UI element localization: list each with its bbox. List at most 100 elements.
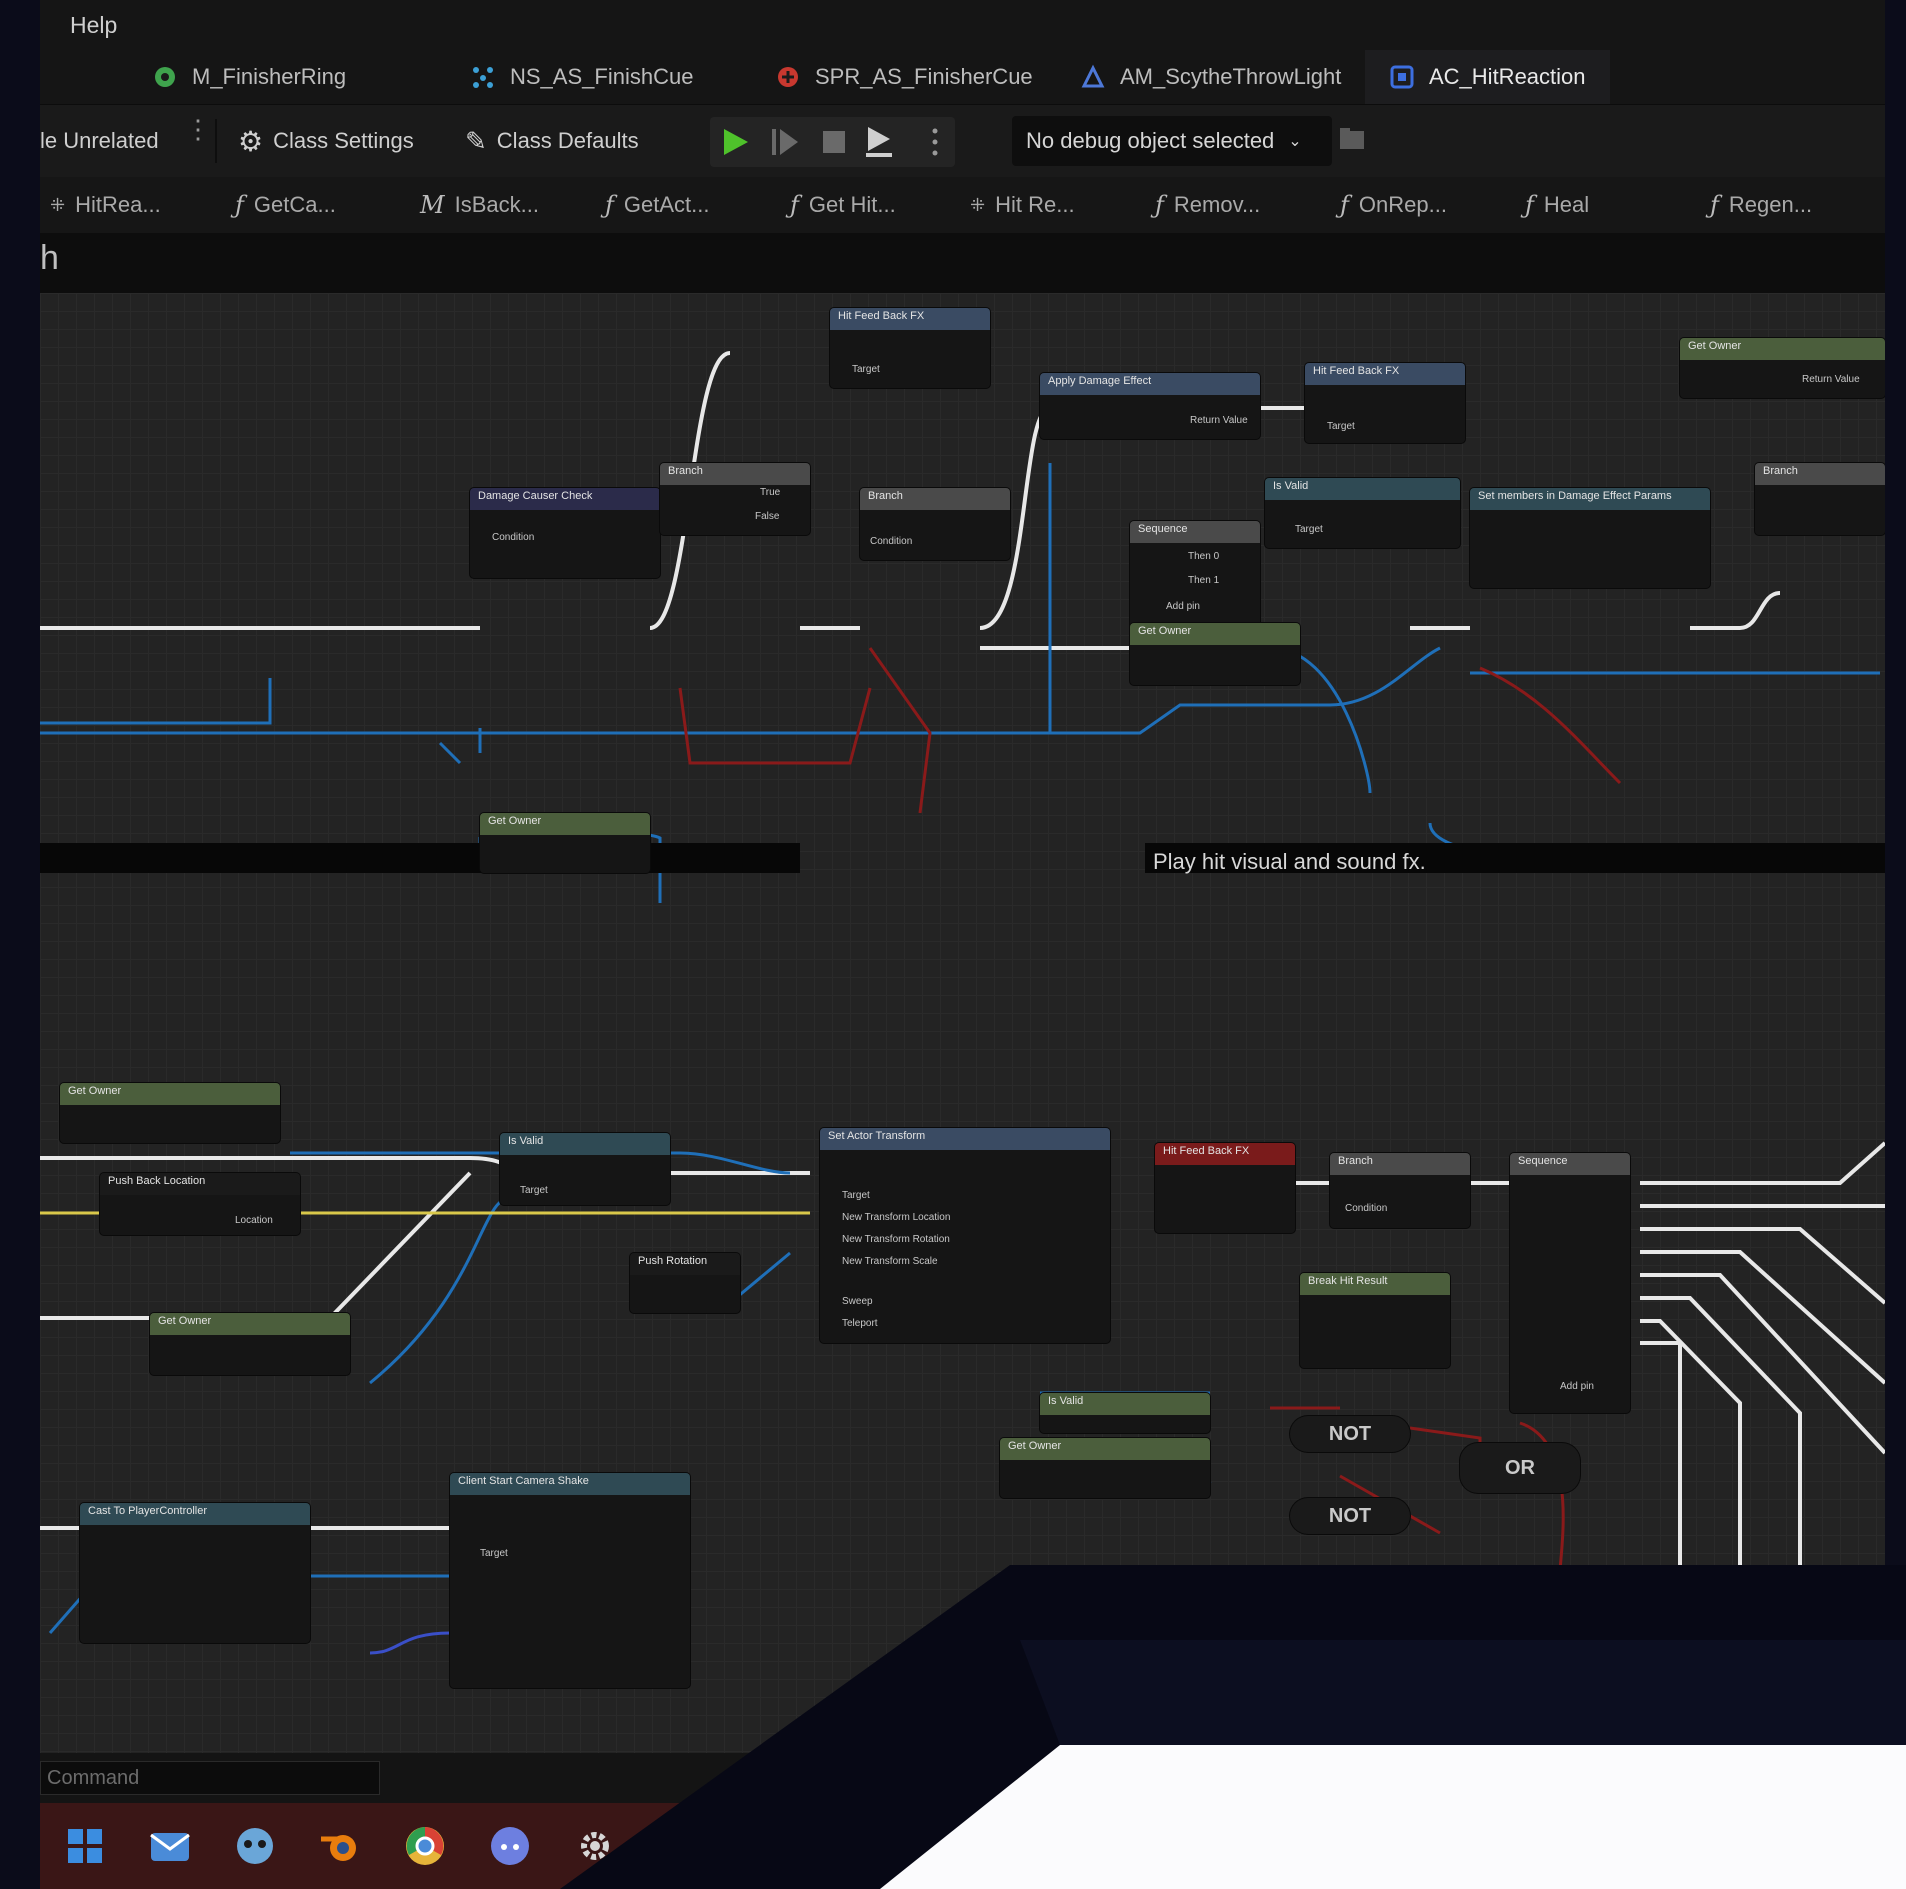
discord-icon[interactable]: [485, 1821, 535, 1871]
command-bar: Command: [40, 1753, 1885, 1803]
node-title: Client Start Camera Shake: [450, 1473, 690, 1495]
node-title: Hit Feed Back FX: [1305, 363, 1465, 385]
class-settings-label: Class Settings: [273, 128, 414, 153]
step-icon[interactable]: [772, 129, 798, 155]
graph-tab-onrep[interactable]: ƒ OnRep...: [1340, 177, 1447, 233]
start-menu-icon[interactable]: [60, 1821, 110, 1871]
graph-tab-label: OnRep...: [1358, 192, 1447, 217]
browse-debug-button[interactable]: [1338, 121, 1366, 161]
class-settings-button[interactable]: ⚙ Class Settings: [238, 121, 414, 161]
set-members-node[interactable]: Set members in Damage Effect Params: [1470, 488, 1710, 588]
blueprint-component-icon: [1389, 64, 1415, 90]
client-start-camera-shake-node[interactable]: Client Start Camera Shake Target: [450, 1473, 690, 1688]
tab-ns-as-finishcue[interactable]: NS_AS_FinishCue: [470, 50, 693, 104]
cast-to-playercontroller-node[interactable]: Cast To PlayerController: [80, 1503, 310, 1643]
hit-feedback-node[interactable]: Hit Feed Back FX Target: [830, 308, 990, 388]
niagara-system-icon: [470, 64, 496, 90]
is-valid-node[interactable]: Is Valid Target: [1265, 478, 1460, 548]
macro-icon: M: [420, 191, 445, 219]
robot-app-icon[interactable]: [230, 1821, 280, 1871]
comment-text: Play hit visual and sound fx.: [1153, 849, 1426, 874]
node-title: Is Valid: [1040, 1393, 1210, 1415]
eject-icon[interactable]: [866, 127, 892, 157]
get-owner-node[interactable]: Get Owner: [480, 813, 650, 873]
node-title: Apply Damage Effect: [1040, 373, 1260, 395]
tab-am-scythethrowlight[interactable]: AM_ScytheThrowLight: [1080, 50, 1341, 104]
folder-icon: [1338, 125, 1366, 157]
menu-help[interactable]: Help: [70, 12, 117, 39]
class-defaults-button[interactable]: ✎ Class Defaults: [465, 121, 639, 161]
graph-tab-label: Get Hit...: [808, 192, 896, 217]
pin-label: Sweep: [842, 1296, 873, 1307]
hide-unrelated-button[interactable]: le Unrelated: [40, 121, 159, 161]
event-graph-canvas[interactable]: Play hit visual and sound fx. Hit Feed B…: [40, 293, 1885, 1753]
graph-tab-gethit[interactable]: ƒ Get Hit...: [790, 177, 896, 233]
tab-ac-hitreaction[interactable]: AC_HitReaction: [1365, 50, 1610, 104]
sprite-icon: [775, 64, 801, 90]
tab-m-finisherring[interactable]: M_FinisherRing: [152, 50, 346, 104]
command-input[interactable]: Command: [40, 1761, 380, 1795]
node-title: Set members in Damage Effect Params: [1470, 488, 1710, 510]
play-options-icon[interactable]: [932, 128, 938, 156]
exec-wire: [1640, 1273, 1885, 1455]
graph-tab-getact[interactable]: ƒ GetAct...: [605, 177, 709, 233]
hit-feedback-node[interactable]: Hit Feed Back FX: [1155, 1143, 1295, 1233]
mail-icon[interactable]: [145, 1821, 195, 1871]
sequence-node[interactable]: Sequence Add pin: [1510, 1153, 1630, 1413]
branch-node[interactable]: Branch Condition: [1330, 1153, 1470, 1228]
break-hit-result-node[interactable]: Break Hit Result: [1300, 1273, 1450, 1368]
push-back-location-node[interactable]: Push Back Location Location: [100, 1173, 300, 1235]
comment-header[interactable]: Play hit visual and sound fx.: [1145, 843, 1885, 874]
node-title: Set Actor Transform: [820, 1128, 1110, 1150]
hide-unrelated-label: le Unrelated: [40, 128, 159, 153]
get-owner-node[interactable]: Get Owner: [1000, 1438, 1210, 1498]
chrome-icon[interactable]: [400, 1821, 450, 1871]
play-icon[interactable]: [724, 129, 748, 155]
set-actor-transform-node[interactable]: Set Actor Transform Target New Transform…: [820, 1128, 1110, 1343]
apply-damage-effect-node[interactable]: Apply Damage Effect Return Value: [1040, 373, 1260, 439]
object-wire: [369, 1196, 511, 1385]
graph-tab-hitrea[interactable]: ⁜ HitRea...: [50, 177, 161, 233]
get-owner-node[interactable]: Get Owner: [150, 1313, 350, 1375]
damage-causer-check-node[interactable]: Damage Causer Check Condition: [470, 488, 660, 578]
branch-node[interactable]: Branch True False: [660, 463, 810, 535]
pin-label: Then 1: [1188, 575, 1220, 586]
node-title: Push Rotation: [630, 1253, 740, 1275]
is-valid-node[interactable]: Is Valid Target: [500, 1133, 670, 1205]
branch-node[interactable]: Branch: [1755, 463, 1885, 535]
blender-icon[interactable]: [315, 1821, 365, 1871]
add-pin-button[interactable]: Add pin: [1166, 601, 1200, 612]
stop-icon[interactable]: [823, 131, 845, 153]
pin-label: Target: [520, 1185, 548, 1196]
branch-node[interactable]: Branch Condition: [860, 488, 1010, 560]
object-wire: [438, 741, 462, 765]
graph-tab-label: Regen...: [1728, 192, 1813, 217]
comment-header[interactable]: [40, 843, 800, 873]
graph-tab-regen[interactable]: ƒ Regen...: [1710, 177, 1812, 233]
pin-label: New Transform Scale: [842, 1256, 938, 1267]
more-options-icon[interactable]: ⋮: [185, 116, 211, 142]
hit-feedback-node[interactable]: Hit Feed Back FX Target: [1305, 363, 1465, 443]
graph-tab-heal[interactable]: ƒ Heal: [1525, 177, 1589, 233]
graph-tab-hitre[interactable]: ⁜ Hit Re...: [970, 177, 1075, 233]
push-rotation-node[interactable]: Push Rotation: [630, 1253, 740, 1313]
not-node[interactable]: NOT: [1290, 1416, 1410, 1452]
is-valid-node[interactable]: Is Valid: [1040, 1393, 1210, 1433]
or-node[interactable]: OR: [1460, 1443, 1580, 1493]
tab-spr-as-finishercue[interactable]: SPR_AS_FinisherCue: [775, 50, 1033, 104]
debug-object-select[interactable]: No debug object selected ⌄: [1012, 116, 1332, 166]
add-pin-button[interactable]: Add pin: [1560, 1381, 1594, 1392]
get-owner-node[interactable]: Get Owner Return Value: [1680, 338, 1885, 398]
graph-breadcrumb: h: [40, 233, 1885, 293]
not-node[interactable]: NOT: [1290, 1498, 1410, 1534]
function-icon: ƒ: [1710, 191, 1719, 219]
settings-icon[interactable]: [570, 1821, 620, 1871]
graph-tab-getca[interactable]: ƒ GetCa...: [235, 177, 336, 233]
get-owner-node[interactable]: Get Owner: [60, 1083, 280, 1143]
pin-label: New Transform Rotation: [842, 1234, 950, 1245]
graph-tab-remov[interactable]: ƒ Remov...: [1155, 177, 1260, 233]
event-graph-icon: ⁜: [970, 194, 986, 215]
get-owner-node[interactable]: Get Owner: [1130, 623, 1300, 685]
graph-tab-isback[interactable]: M IsBack...: [420, 177, 539, 233]
pin-label: Target: [480, 1548, 508, 1559]
